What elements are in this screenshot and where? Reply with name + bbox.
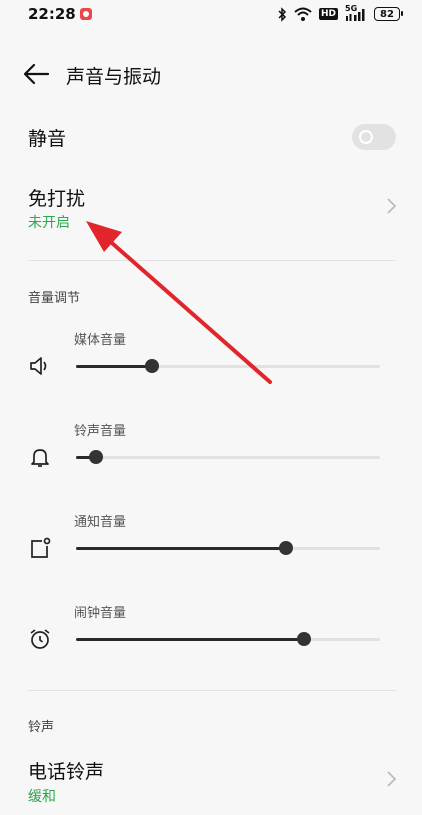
- divider: [28, 690, 396, 691]
- bluetooth-icon: [278, 6, 287, 22]
- toggle-knob: [359, 130, 373, 144]
- annotation-arrow: [86, 221, 272, 384]
- notification-volume-slider[interactable]: [76, 541, 380, 555]
- ringtone-section-title: 铃声: [28, 720, 55, 735]
- mute-label: 静音: [28, 128, 67, 150]
- dnd-status: 未开启: [28, 215, 70, 231]
- page-header: 声音与振动: [0, 50, 422, 98]
- ring-volume-slider[interactable]: [76, 450, 380, 464]
- signal-label: 5G: [345, 4, 367, 21]
- media-volume-slider[interactable]: [76, 359, 380, 373]
- phone-ringtone-value: 缓和: [28, 789, 56, 805]
- slider-fill: [76, 638, 304, 641]
- battery-icon: 82: [374, 7, 403, 21]
- alarm-clock-icon: [30, 629, 50, 649]
- slider-thumb[interactable]: [89, 450, 104, 464]
- media-volume-label: 媒体音量: [74, 333, 127, 348]
- screen-record-icon: [80, 8, 92, 20]
- chevron-right-icon: [387, 198, 397, 214]
- status-bar: 22:28 HD 5G 82: [0, 0, 422, 30]
- chevron-right-icon: [387, 771, 397, 787]
- hd-badge: HD: [318, 8, 338, 20]
- dnd-label: 免打扰: [28, 188, 86, 210]
- slider-fill: [76, 365, 152, 368]
- divider: [28, 260, 396, 261]
- page-title: 声音与振动: [66, 66, 162, 88]
- speaker-icon: [30, 357, 47, 375]
- back-arrow-icon[interactable]: [22, 62, 50, 86]
- bell-icon: [31, 449, 49, 467]
- volume-section-title: 音量调节: [28, 291, 81, 306]
- slider-thumb[interactable]: [145, 359, 159, 373]
- signal-icon: [346, 9, 365, 21]
- wifi-icon: [294, 7, 312, 21]
- notification-icon: [31, 537, 51, 558]
- slider-thumb[interactable]: [297, 632, 311, 646]
- ring-volume-label: 铃声音量: [74, 424, 127, 439]
- status-icons: HD 5G 82: [277, 4, 403, 22]
- status-time: 22:28: [28, 5, 76, 23]
- alarm-volume-label: 闹钟音量: [74, 606, 127, 621]
- mute-toggle[interactable]: [352, 124, 396, 150]
- slider-thumb[interactable]: [278, 541, 293, 555]
- slider-fill: [76, 547, 286, 550]
- notification-volume-label: 通知音量: [74, 515, 127, 530]
- phone-ringtone-label: 电话铃声: [28, 761, 105, 783]
- alarm-volume-slider[interactable]: [76, 632, 380, 646]
